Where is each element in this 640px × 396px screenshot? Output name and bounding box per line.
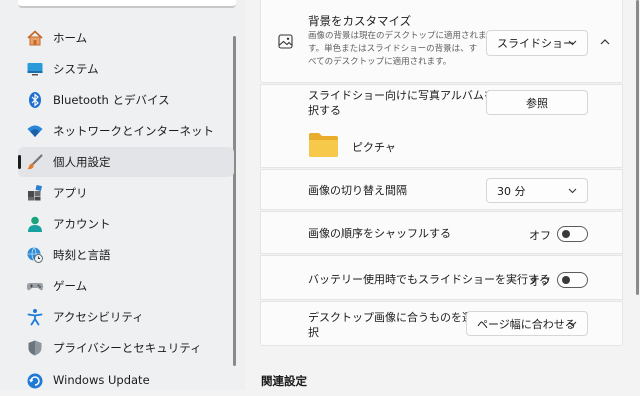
sidebar-item-label: システム [53, 62, 99, 76]
fit-dropdown[interactable]: ページ幅に合わせる [466, 311, 588, 336]
shuffle-row: 画像の順序をシャッフルする オフ [260, 211, 623, 254]
dropdown-value: ページ幅に合わせる [477, 317, 576, 331]
sidebar-item-bluetooth[interactable]: Bluetooth とデバイス [18, 85, 234, 115]
sidebar-item-label: Bluetooth とデバイス [53, 93, 170, 107]
browse-button[interactable]: 参照 [486, 90, 588, 115]
interval-row: 画像の切り替え間隔 30 分 [260, 169, 623, 210]
brush-icon [27, 154, 43, 170]
sidebar-item-label: ホーム [53, 31, 88, 45]
toggle-knob [562, 276, 570, 284]
sidebar-item-label: プライバシーとセキュリティ [53, 341, 202, 355]
sidebar-item-label: アクセシビリティ [53, 310, 144, 324]
wifi-icon [27, 125, 43, 137]
chevron-up-icon[interactable] [600, 38, 610, 45]
sidebar-item-apps[interactable]: アプリ [18, 178, 234, 208]
folder-icon [309, 133, 338, 157]
shuffle-label: 画像の順序をシャッフルする [308, 227, 451, 240]
battery-state-text: オフ [529, 275, 551, 288]
interval-label: 画像の切り替え間隔 [308, 184, 407, 197]
shield-icon [28, 340, 42, 356]
sidebar-item-windows-update[interactable]: Windows Update [18, 366, 234, 396]
related-settings-heading: 関連設定 [261, 374, 307, 388]
chevron-down-icon [568, 188, 577, 194]
toggle-knob [562, 230, 570, 238]
album-label: スライドショー向けに写真アルバムを選 択する [308, 88, 506, 118]
sidebar-item-label: 時刻と言語 [53, 248, 111, 262]
main-scrollbar[interactable] [636, 0, 639, 295]
image-icon [278, 34, 293, 49]
sidebar-item-label: ゲーム [53, 279, 88, 293]
album-row: スライドショー向けに写真アルバムを選 択する 参照 ピクチャ [260, 84, 623, 168]
sidebar-item-home[interactable]: ホーム [18, 23, 234, 53]
sidebar-item-accounts[interactable]: アカウント [18, 209, 234, 239]
account-icon [28, 216, 42, 232]
battery-toggle[interactable] [557, 272, 588, 288]
fit-row: デスクトップ画像に合うものを選 択 ページ幅に合わせる [260, 301, 623, 346]
chevron-down-icon [568, 40, 577, 46]
dropdown-value: 30 分 [497, 184, 526, 198]
sidebar-item-system[interactable]: システム [18, 54, 234, 84]
label-line: スライドショー向けに写真アルバムを選 [308, 89, 506, 102]
background-type-dropdown[interactable]: スライドショー [486, 30, 588, 56]
label-line: 択する [308, 104, 341, 117]
apps-icon [28, 184, 42, 201]
sidebar-item-label: アプリ [53, 186, 88, 200]
chevron-down-icon [568, 321, 577, 327]
sidebar-item-label: ネットワークとインターネット [53, 124, 214, 138]
shuffle-state-text: オフ [529, 229, 551, 242]
sidebar-item-network[interactable]: ネットワークとインターネット [18, 116, 234, 146]
description-line: 画像の背景は現在のデスクトップに適用されま [308, 31, 487, 41]
folder-name: ピクチャ [352, 141, 396, 154]
sidebar-item-privacy-security[interactable]: プライバシーとセキュリティ [18, 333, 234, 363]
description-line: す。単色またはスライドショーの背景は、す [308, 44, 478, 54]
home-icon [27, 30, 43, 46]
selection-indicator [18, 155, 21, 169]
sidebar-item-label: アカウント [53, 217, 111, 231]
sidebar: ホーム システム Bluetooth とデバイス ネットワークとインターネット … [0, 0, 245, 390]
description-line: べてのデスクトップに適用されます。 [308, 57, 452, 67]
sidebar-item-time-language[interactable]: 時刻と言語 [18, 240, 234, 270]
sidebar-item-label: 個人用設定 [53, 155, 111, 169]
update-icon [27, 373, 43, 389]
sidebar-item-label: Windows Update [53, 373, 150, 387]
system-icon [27, 63, 43, 76]
search-box[interactable] [18, 0, 236, 8]
battery-row: バッテリー使用時でもスライドショーを実行する オフ [260, 255, 623, 300]
sidebar-item-gaming[interactable]: ゲーム [18, 271, 234, 301]
globe-clock-icon [27, 247, 43, 263]
background-description: 画像の背景は現在のデスクトップに適用されま す。単色またはスライドショーの背景は… [308, 30, 487, 69]
sidebar-item-accessibility[interactable]: アクセシビリティ [18, 302, 234, 332]
background-card[interactable]: 背景をカスタマイズ 画像の背景は現在のデスクトップに適用されま す。単色またはス… [260, 0, 623, 83]
label-line: 択 [308, 326, 319, 339]
fit-label: デスクトップ画像に合うものを選 択 [308, 310, 473, 340]
background-title: 背景をカスタマイズ [308, 14, 412, 28]
dropdown-value: スライドショー [497, 37, 574, 50]
sidebar-item-personalization[interactable]: 個人用設定 [18, 147, 234, 177]
gamepad-icon [26, 283, 44, 291]
shuffle-toggle[interactable] [557, 226, 588, 242]
accessibility-icon [27, 309, 43, 326]
label-line: デスクトップ画像に合うものを選 [308, 311, 473, 324]
battery-label: バッテリー使用時でもスライドショーを実行する [308, 273, 550, 286]
bluetooth-icon [29, 92, 41, 108]
interval-dropdown[interactable]: 30 分 [486, 178, 588, 203]
